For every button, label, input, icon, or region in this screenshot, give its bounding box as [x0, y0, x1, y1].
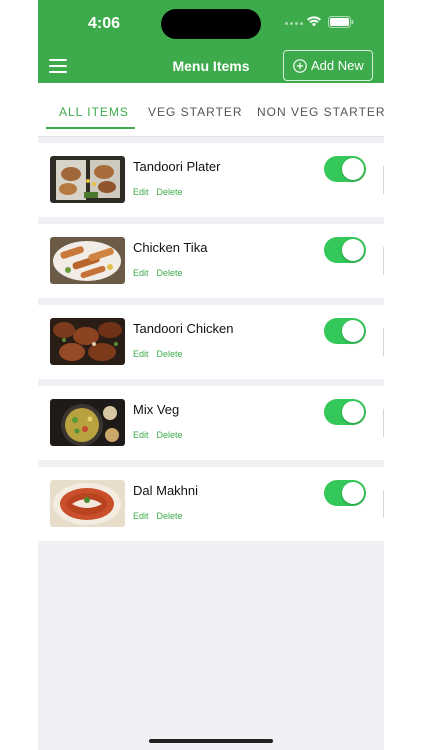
edit-link[interactable]: Edit [133, 267, 149, 279]
item-name: Mix Veg [133, 402, 180, 417]
status-time: 4:06 [88, 15, 121, 32]
app-screen: 4:06 Menu Items Add New ALL ITEMS VEG ST… [38, 0, 384, 750]
active-tab-indicator [46, 127, 135, 129]
item-name: Dal Makhni [133, 483, 199, 498]
header-bar: 4:06 Menu Items Add New [38, 0, 384, 83]
add-new-button[interactable]: Add New [283, 50, 373, 81]
list-item: Chicken Tika Edit Delete [38, 224, 384, 298]
item-name: Tandoori Chicken [133, 321, 234, 336]
item-name: Tandoori Plater [133, 159, 221, 174]
availability-toggle[interactable] [324, 156, 366, 182]
add-new-label: Add New [311, 58, 364, 73]
item-actions: Edit Delete [133, 344, 191, 359]
divider [383, 166, 384, 194]
item-name: Chicken Tika [133, 240, 208, 255]
divider [38, 136, 384, 137]
home-indicator [149, 739, 273, 743]
divider [383, 247, 384, 275]
toggle-knob [342, 158, 364, 180]
item-actions: Edit Delete [133, 506, 191, 521]
delete-link[interactable]: Delete [157, 510, 183, 522]
list-item: Tandoori Plater Edit Delete [38, 143, 384, 217]
toggle-knob [342, 401, 364, 423]
toggle-knob [342, 320, 364, 342]
dynamic-island [161, 9, 261, 39]
divider [383, 490, 384, 518]
edit-link[interactable]: Edit [133, 348, 149, 360]
availability-toggle[interactable] [324, 237, 366, 263]
wifi-icon [307, 16, 321, 27]
item-thumbnail [50, 318, 125, 365]
signal-icon [285, 22, 303, 26]
toggle-knob [342, 239, 364, 261]
delete-link[interactable]: Delete [157, 267, 183, 279]
item-thumbnail [50, 480, 125, 527]
tab-veg-starter[interactable]: VEG STARTER [148, 104, 243, 120]
item-thumbnail [50, 237, 125, 284]
plus-circle-icon [293, 59, 307, 73]
delete-link[interactable]: Delete [157, 429, 183, 441]
item-thumbnail [50, 399, 125, 446]
divider [383, 409, 384, 437]
category-tabs: ALL ITEMS VEG STARTER NON VEG STARTER [38, 83, 384, 137]
delete-link[interactable]: Delete [157, 348, 183, 360]
battery-icon [328, 16, 354, 28]
availability-toggle[interactable] [324, 480, 366, 506]
page-title: Menu Items [172, 58, 250, 74]
tab-non-veg-starter[interactable]: NON VEG STARTER [257, 104, 384, 120]
hamburger-menu-icon[interactable] [49, 59, 67, 73]
availability-toggle[interactable] [324, 399, 366, 425]
edit-link[interactable]: Edit [133, 510, 149, 522]
availability-toggle[interactable] [324, 318, 366, 344]
list-item: Mix Veg Edit Delete [38, 386, 384, 460]
list-item: Tandoori Chicken Edit Delete [38, 305, 384, 379]
item-actions: Edit Delete [133, 182, 191, 197]
toggle-knob [342, 482, 364, 504]
item-thumbnail [50, 156, 125, 203]
item-actions: Edit Delete [133, 263, 191, 278]
divider [383, 328, 384, 356]
delete-link[interactable]: Delete [157, 186, 183, 198]
edit-link[interactable]: Edit [133, 429, 149, 441]
item-actions: Edit Delete [133, 425, 191, 440]
list-item: Dal Makhni Edit Delete [38, 467, 384, 541]
edit-link[interactable]: Edit [133, 186, 149, 198]
tab-all-items[interactable]: ALL ITEMS [59, 104, 129, 120]
